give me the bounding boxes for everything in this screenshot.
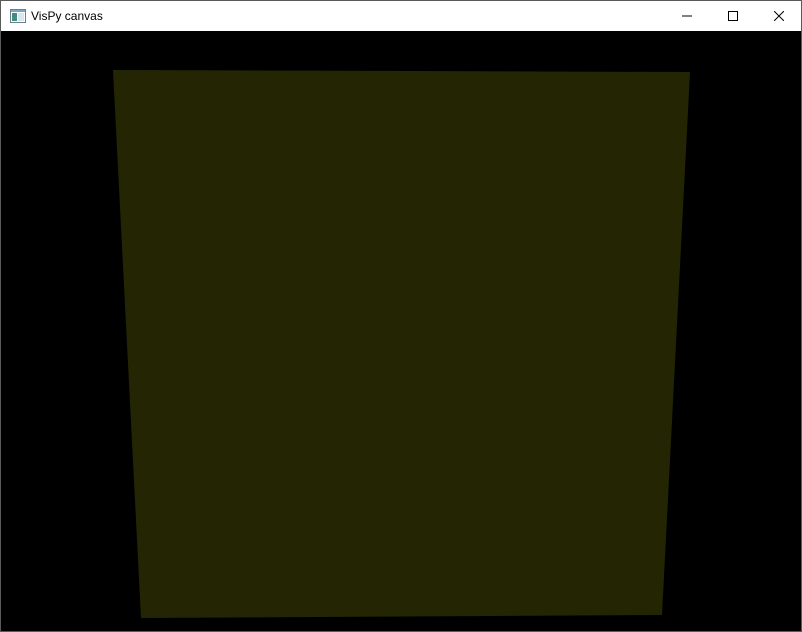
minimize-icon — [682, 11, 692, 21]
close-icon — [774, 11, 784, 21]
minimize-button[interactable] — [664, 1, 710, 31]
close-button[interactable] — [756, 1, 802, 31]
app-window: VisPy canvas — [0, 0, 802, 632]
canvas-svg — [113, 70, 690, 618]
maximize-icon — [728, 11, 738, 21]
render-canvas[interactable] — [1, 31, 801, 631]
rendered-quad — [113, 70, 690, 618]
maximize-button[interactable] — [710, 1, 756, 31]
window-title: VisPy canvas — [31, 9, 103, 23]
title-bar[interactable]: VisPy canvas — [1, 1, 801, 31]
app-window-icon — [10, 9, 26, 23]
